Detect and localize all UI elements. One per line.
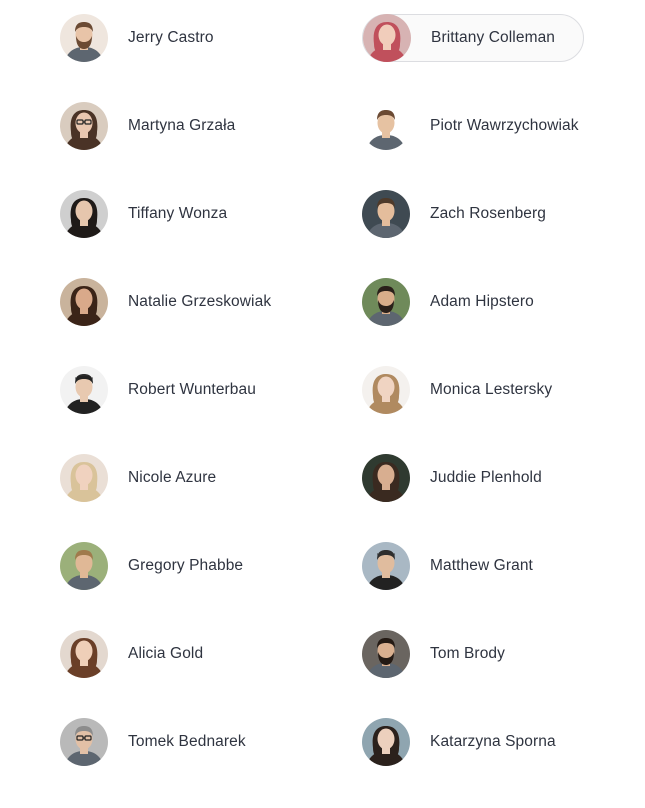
avatar-woman-long-hair-icon-graphic xyxy=(362,718,410,766)
person-name: Zach Rosenberg xyxy=(430,205,546,222)
avatar-man-mint-shirt-icon-graphic xyxy=(362,102,410,150)
avatar-man-glasses-icon-graphic xyxy=(60,718,108,766)
person-chip-alicia-gold[interactable]: Alicia Gold xyxy=(60,630,203,678)
person-name: Jerry Castro xyxy=(128,29,214,46)
avatar-woman-light-icon-graphic xyxy=(362,366,410,414)
avatar-woman-dark-icon xyxy=(362,454,410,502)
avatar-man-big-beard-icon-graphic xyxy=(362,278,410,326)
person-chip-natalie-grzeskowiak[interactable]: Natalie Grzeskowiak xyxy=(60,278,271,326)
avatar-woman-long-hair-icon xyxy=(362,718,410,766)
avatar-man-beanie-icon-graphic xyxy=(362,542,410,590)
avatar-woman-dark-icon-graphic xyxy=(362,454,410,502)
avatar-man-hoodie-icon-graphic xyxy=(60,366,108,414)
person-chip-martyna-grzala[interactable]: Martyna Grzała xyxy=(60,102,235,150)
avatar-woman-blonde-icon-graphic xyxy=(60,454,108,502)
avatar-man-dark-beard-icon xyxy=(362,630,410,678)
person-chip-zach-rosenberg[interactable]: Zach Rosenberg xyxy=(362,190,546,238)
avatar-woman-curly-icon-graphic xyxy=(60,278,108,326)
avatar-woman-brown-hair-icon-graphic xyxy=(60,630,108,678)
avatar-woman-blonde-icon xyxy=(60,454,108,502)
person-name: Adam Hipstero xyxy=(430,293,534,310)
person-chip-nicole-azure[interactable]: Nicole Azure xyxy=(60,454,216,502)
person-chip-adam-hipstero[interactable]: Adam Hipstero xyxy=(362,278,534,326)
person-chip-tiffany-wonza[interactable]: Tiffany Wonza xyxy=(60,190,227,238)
avatar-man-blonde-icon xyxy=(362,190,410,238)
person-chip-robert-wunterbau[interactable]: Robert Wunterbau xyxy=(60,366,256,414)
avatar-woman-curly-icon xyxy=(60,278,108,326)
person-name: Nicole Azure xyxy=(128,469,217,486)
avatar-man-outdoor-icon xyxy=(60,542,108,590)
person-name: Juddie Plenhold xyxy=(430,469,542,486)
person-name: Robert Wunterbau xyxy=(128,381,256,398)
avatar-man-dark-beard-icon-graphic xyxy=(362,630,410,678)
person-chip-tom-brody[interactable]: Tom Brody xyxy=(362,630,505,678)
avatar-woman-red-hair-icon-graphic xyxy=(363,14,411,62)
avatar-woman-dark-hair-icon xyxy=(60,190,108,238)
avatar-man-beard-icon xyxy=(60,14,108,62)
avatar-woman-brown-hair-icon xyxy=(60,630,108,678)
person-name: Natalie Grzeskowiak xyxy=(128,293,272,310)
person-chip-katarzyna-sporna[interactable]: Katarzyna Sporna xyxy=(362,718,556,766)
person-name: Tiffany Wonza xyxy=(128,205,228,222)
avatar-woman-red-hair-icon xyxy=(363,14,411,62)
avatar-woman-light-icon xyxy=(362,366,410,414)
person-chip-gregory-phabbe[interactable]: Gregory Phabbe xyxy=(60,542,243,590)
person-name: Piotr Wawrzychowiak xyxy=(430,117,579,134)
avatar-man-beanie-icon xyxy=(362,542,410,590)
person-chip-juddie-plenhold[interactable]: Juddie Plenhold xyxy=(362,454,542,502)
avatar-woman-glasses-icon xyxy=(60,102,108,150)
avatar-woman-dark-hair-icon-graphic xyxy=(60,190,108,238)
person-chip-piotr-wawrzychowiak[interactable]: Piotr Wawrzychowiak xyxy=(362,102,579,150)
person-name: Martyna Grzała xyxy=(128,117,236,134)
avatar-man-blonde-icon-graphic xyxy=(362,190,410,238)
person-name: Katarzyna Sporna xyxy=(430,733,556,750)
person-chip-matthew-grant[interactable]: Matthew Grant xyxy=(362,542,533,590)
person-name: Gregory Phabbe xyxy=(128,557,244,574)
people-grid: Jerry Castro Martyna Grzała Tiffany Wonza N… xyxy=(0,0,645,808)
avatar-man-glasses-icon xyxy=(60,718,108,766)
person-chip-monica-lestersky[interactable]: Monica Lestersky xyxy=(362,366,552,414)
person-name: Alicia Gold xyxy=(128,645,204,662)
avatar-man-outdoor-icon-graphic xyxy=(60,542,108,590)
person-name: Monica Lestersky xyxy=(430,381,553,398)
person-name: Tom Brody xyxy=(430,645,505,662)
person-chip-jerry-castro[interactable]: Jerry Castro xyxy=(60,14,214,62)
person-chip-tomek-bednarek[interactable]: Tomek Bednarek xyxy=(60,718,246,766)
person-name: Tomek Bednarek xyxy=(128,733,246,750)
person-name: Matthew Grant xyxy=(430,557,533,574)
avatar-man-beard-icon-graphic xyxy=(60,14,108,62)
avatar-man-mint-shirt-icon xyxy=(362,102,410,150)
person-chip-brittany-colleman[interactable]: Brittany Colleman xyxy=(362,14,585,62)
avatar-man-hoodie-icon xyxy=(60,366,108,414)
avatar-woman-glasses-icon-graphic xyxy=(60,102,108,150)
avatar-man-big-beard-icon xyxy=(362,278,410,326)
person-name: Brittany Colleman xyxy=(431,29,556,46)
